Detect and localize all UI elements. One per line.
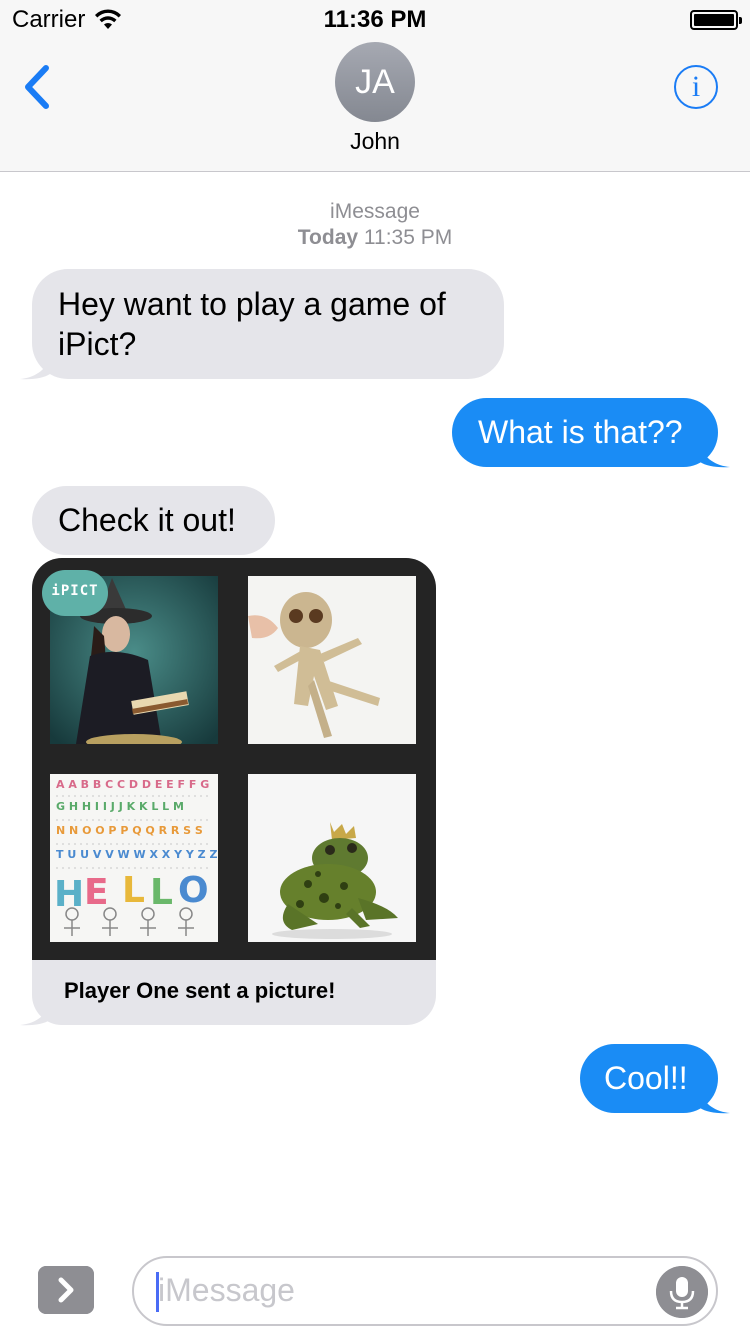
contact-avatar[interactable]: JA: [335, 42, 415, 122]
microphone-button[interactable]: [656, 1266, 708, 1318]
hello-letters-photo: A A B B C C D D E E F F G G H H I I J J …: [50, 774, 218, 942]
status-bar: Carrier 11:36 PM: [0, 0, 750, 40]
svg-text:L: L: [150, 872, 173, 913]
outgoing-message[interactable]: What is that??: [452, 398, 718, 467]
timestamp-day: Today: [297, 226, 359, 249]
svg-text:E: E: [84, 872, 109, 913]
chevron-left-icon: [25, 65, 49, 109]
message-input-bar: iMessage: [0, 1234, 750, 1334]
ipict-message-card[interactable]: A A B B C C D D E E F F G G H H I I J J …: [32, 558, 436, 1025]
incoming-message[interactable]: Check it out!: [32, 486, 275, 555]
voodoo-doll-photo: [248, 576, 416, 744]
message-input[interactable]: iMessage: [132, 1256, 718, 1326]
card-caption: Player One sent a picture!: [64, 978, 336, 1003]
timestamp-time: 11:35 PM: [363, 226, 453, 249]
contact-name[interactable]: John: [0, 128, 750, 155]
ipict-logo-text: iPICT: [51, 583, 99, 599]
svg-text:A A B B C C D D E E F F G: A A B B C C D D E E F F G: [56, 778, 209, 791]
frog-prince-photo: [248, 774, 416, 942]
battery-icon: [690, 10, 742, 30]
message-text: What is that??: [478, 414, 683, 450]
picture-grid[interactable]: A A B B C C D D E E F F G G H H I I J J …: [32, 558, 436, 960]
status-time: 11:36 PM: [323, 6, 427, 33]
svg-text:N N O O P P Q Q R R S S: N N O O P P Q Q R R S S: [56, 824, 203, 837]
incoming-message[interactable]: Hey want to play a game of iPict?: [32, 269, 504, 379]
input-placeholder: iMessage: [158, 1272, 295, 1308]
back-button[interactable]: [18, 62, 58, 112]
info-button[interactable]: i: [674, 65, 718, 109]
svg-text:G H H I I J J K K L L M: G H H I I J J K K L L M: [56, 800, 184, 813]
svg-text:T U U V V W W X X Y Y Z Z: T U U V V W W X X Y Y Z Z: [56, 848, 217, 861]
apps-button[interactable]: [38, 1266, 94, 1314]
message-text: Cool!!: [604, 1060, 688, 1096]
info-icon: i: [691, 70, 701, 103]
ipict-logo-badge: iPICT: [42, 570, 108, 616]
message-text: Hey want to play a game of iPict?: [58, 286, 446, 362]
conversation-header: JA John i: [0, 40, 750, 172]
message-text: Check it out!: [58, 502, 236, 538]
battery-level: [694, 14, 734, 26]
svg-text:O: O: [178, 870, 209, 911]
service-label: iMessage: [330, 200, 420, 223]
outgoing-message[interactable]: Cool!!: [580, 1044, 718, 1113]
thread-timestamp: Today 11:35 PM: [0, 226, 750, 250]
svg-text:L: L: [122, 870, 145, 911]
